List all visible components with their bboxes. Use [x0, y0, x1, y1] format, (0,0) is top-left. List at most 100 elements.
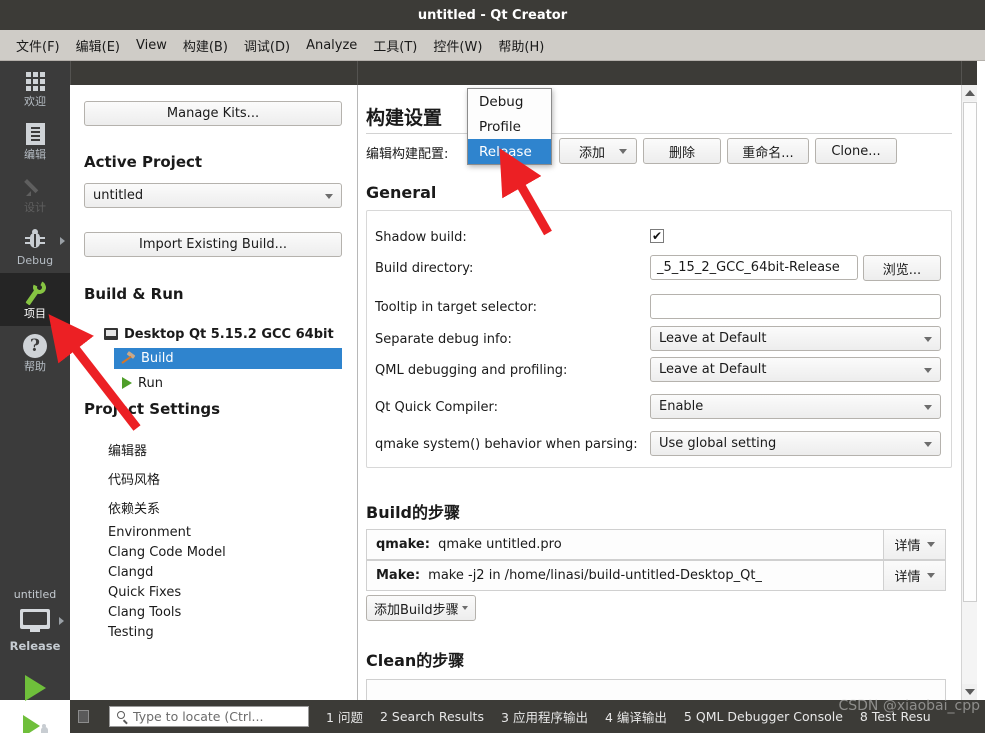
project-setting-quick-fixes[interactable]: Quick Fixes: [108, 585, 181, 600]
tooltip-target-selector-label: Tooltip in target selector:: [375, 300, 538, 315]
kit-child-run[interactable]: Run: [114, 373, 342, 393]
qmake-system-behavior-value: Use global setting: [659, 436, 777, 451]
kit-child-build[interactable]: Build: [114, 348, 342, 369]
menu-file[interactable]: 文件(F): [8, 33, 68, 58]
menu-help[interactable]: 帮助(H): [490, 33, 552, 58]
sidebar-item-design: 设计: [0, 167, 70, 220]
run-button[interactable]: [0, 669, 70, 707]
menu-analyze[interactable]: Analyze: [298, 35, 365, 56]
build-step-text: Make: make -j2 in /home/linasi/build-unt…: [367, 568, 883, 583]
qt-quick-compiler-combo[interactable]: Enable: [650, 394, 941, 419]
sidebar-label-debug: Debug: [16, 254, 54, 267]
build-run-heading: Build & Run: [84, 285, 184, 303]
vertical-scrollbar[interactable]: [961, 85, 978, 700]
clean-step-row[interactable]: [366, 679, 946, 700]
build-step-qmake[interactable]: qmake: qmake untitled.pro 详情: [366, 529, 946, 560]
active-project-combo[interactable]: untitled: [84, 183, 342, 208]
sidebar-label-projects: 项目: [24, 307, 46, 320]
menubar: 文件(F) 编辑(E) View 构建(B) 调试(D) Analyze 工具(…: [0, 30, 985, 61]
add-build-step-button[interactable]: 添加Build步骤: [366, 595, 476, 621]
statusbar-item-application-output[interactable]: 3 应用程序输出: [501, 707, 588, 726]
sidebar-item-debug[interactable]: Debug: [0, 220, 70, 273]
monitor-icon: [20, 609, 50, 632]
play-icon: [122, 377, 132, 389]
project-setting-codestyle[interactable]: 代码风格: [108, 469, 160, 488]
menu-view[interactable]: View: [128, 35, 175, 56]
statusbar-item-issues[interactable]: 1 问题: [326, 707, 363, 726]
dropdown-option-profile[interactable]: Profile: [468, 114, 551, 139]
qml-debugging-combo[interactable]: Leave at Default: [650, 357, 941, 382]
debug-button[interactable]: [0, 707, 70, 733]
separate-debug-info-combo[interactable]: Leave at Default: [650, 326, 941, 351]
dropdown-option-debug[interactable]: Debug: [468, 89, 551, 114]
import-existing-build-button[interactable]: Import Existing Build...: [84, 232, 342, 257]
sidebar-item-projects[interactable]: 项目: [0, 273, 70, 326]
qmake-system-behavior-label: qmake system() behavior when parsing:: [375, 437, 638, 452]
checkmark-icon: ✔: [651, 229, 663, 243]
add-config-button[interactable]: 添加: [559, 138, 637, 164]
sidebar-item-help[interactable]: ? 帮助: [0, 326, 70, 379]
shadow-build-checkbox[interactable]: ✔: [650, 229, 664, 243]
sidebar-item-edit[interactable]: 编辑: [0, 114, 70, 167]
search-input[interactable]: Type to locate (Ctrl...: [109, 706, 309, 727]
chevron-down-icon: [924, 404, 932, 410]
search-placeholder: Type to locate (Ctrl...: [133, 709, 264, 724]
dropdown-option-release[interactable]: Release: [468, 139, 551, 164]
build-steps-heading: Build的步骤: [366, 503, 461, 522]
scroll-down-arrow-icon[interactable]: [962, 684, 978, 700]
sidebar-item-welcome[interactable]: 欢迎: [0, 61, 70, 114]
project-setting-dependencies[interactable]: 依赖关系: [108, 498, 160, 517]
build-step-details-button[interactable]: 详情: [883, 561, 945, 590]
project-setting-editor[interactable]: 编辑器: [108, 440, 147, 459]
build-directory-label: Build directory:: [375, 261, 474, 276]
chevron-right-icon: [59, 617, 64, 625]
build-step-make[interactable]: Make: make -j2 in /home/linasi/build-unt…: [366, 560, 946, 591]
pencil-icon: [22, 174, 48, 200]
project-setting-clang-code-model[interactable]: Clang Code Model: [108, 545, 226, 560]
qml-debugging-value: Leave at Default: [659, 362, 767, 377]
clone-config-button[interactable]: Clone...: [815, 138, 897, 164]
statusbar-item-qml-debugger-console[interactable]: 5 QML Debugger Console: [684, 709, 843, 724]
menu-tools[interactable]: 工具(T): [365, 33, 425, 58]
kit-node-desktop[interactable]: Desktop Qt 5.15.2 GCC 64bit: [104, 324, 342, 344]
project-setting-clangd[interactable]: Clangd: [108, 565, 153, 580]
delete-config-button[interactable]: 删除: [643, 138, 721, 164]
qt-quick-compiler-value: Enable: [659, 399, 704, 414]
target-config-name: Release: [9, 639, 61, 653]
tooltip-target-selector-input[interactable]: [650, 294, 941, 319]
project-setting-clang-tools[interactable]: Clang Tools: [108, 605, 181, 620]
statusbar-item-compile-output[interactable]: 4 编译输出: [605, 707, 667, 726]
scrollbar-thumb[interactable]: [963, 102, 977, 602]
menu-widgets[interactable]: 控件(W): [425, 33, 490, 58]
run-controls: [0, 669, 70, 733]
rename-config-button[interactable]: 重命名...: [727, 138, 809, 164]
statusbar-item-test-results[interactable]: 8 Test Resu: [860, 709, 931, 724]
scroll-up-arrow-icon[interactable]: [962, 85, 978, 101]
build-directory-input[interactable]: _5_15_2_GCC_64bit-Release: [650, 255, 858, 280]
chevron-down-icon: [461, 606, 468, 610]
top-toolbar-strip: [70, 61, 985, 85]
build-step-text: qmake: qmake untitled.pro: [367, 537, 883, 552]
kit-child-label: Run: [138, 375, 163, 391]
sidebar-label-welcome: 欢迎: [24, 95, 46, 108]
general-heading: General: [366, 183, 437, 202]
window-title: untitled - Qt Creator: [417, 7, 568, 23]
output-pane-toggle-icon[interactable]: [78, 710, 89, 723]
menu-edit[interactable]: 编辑(E): [68, 33, 128, 58]
statusbar-item-search-results[interactable]: 2 Search Results: [380, 709, 484, 724]
menu-build[interactable]: 构建(B): [175, 33, 236, 58]
build-step-details-button[interactable]: 详情: [883, 530, 945, 559]
project-setting-environment[interactable]: Environment: [108, 525, 191, 540]
build-directory-value: _5_15_2_GCC_64bit-Release: [657, 260, 840, 275]
project-setting-testing[interactable]: Testing: [108, 625, 154, 640]
play-icon: [24, 675, 46, 701]
manage-kits-button[interactable]: Manage Kits...: [84, 101, 342, 126]
build-config-dropdown[interactable]: Debug Profile Release: [467, 88, 552, 165]
qmake-system-behavior-combo[interactable]: Use global setting: [650, 431, 941, 456]
shadow-build-label: Shadow build:: [375, 230, 467, 245]
sidebar-label-design: 设计: [24, 201, 46, 214]
menu-debug[interactable]: 调试(D): [236, 33, 298, 58]
target-selector[interactable]: untitled Release: [0, 588, 70, 653]
browse-button[interactable]: 浏览...: [863, 255, 941, 281]
sidebar-label-edit: 编辑: [24, 148, 46, 161]
